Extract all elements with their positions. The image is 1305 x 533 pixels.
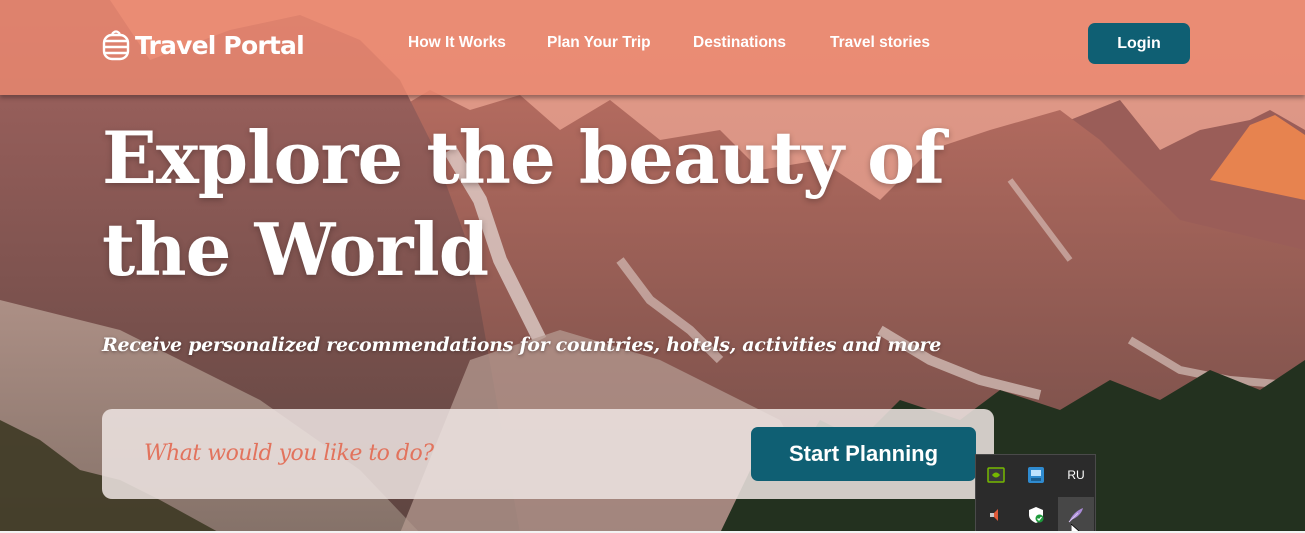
security-shield-icon — [1029, 507, 1044, 523]
suitcase-logo-icon — [102, 30, 130, 61]
tray-volume[interactable] — [978, 497, 1014, 533]
nvidia-icon — [987, 467, 1005, 483]
brand-logo[interactable]: Travel Portal — [101, 25, 305, 65]
speaker-muted-icon — [990, 509, 998, 521]
nav-destinations[interactable]: Destinations — [693, 32, 786, 54]
nav-how-it-works[interactable]: How It Works — [408, 32, 506, 54]
search-panel: Start Planning — [102, 409, 994, 499]
login-button[interactable]: Login — [1088, 23, 1190, 64]
tray-network[interactable] — [1018, 457, 1054, 493]
tray-language[interactable]: RU — [1058, 457, 1094, 493]
activity-search-input[interactable] — [144, 435, 704, 471]
hero-title: Explore the beauty of the World — [102, 115, 945, 292]
tray-nvidia[interactable] — [978, 457, 1014, 493]
brand-name: Travel Portal — [135, 30, 305, 60]
start-planning-button[interactable]: Start Planning — [751, 427, 976, 481]
nav-travel-stories[interactable]: Travel stories — [830, 32, 930, 54]
feather-pen-icon — [1068, 508, 1083, 523]
nav-plan-your-trip[interactable]: Plan Your Trip — [547, 32, 651, 54]
network-adapter-icon — [1028, 467, 1044, 483]
language-indicator: RU — [1067, 468, 1085, 482]
system-tray-overflow: RU — [975, 454, 1096, 533]
tray-security[interactable] — [1018, 497, 1054, 533]
site-header: Travel Portal How It Works Plan Your Tri… — [0, 0, 1305, 95]
hero-subtitle: Receive personalized recommendations for… — [102, 334, 942, 356]
